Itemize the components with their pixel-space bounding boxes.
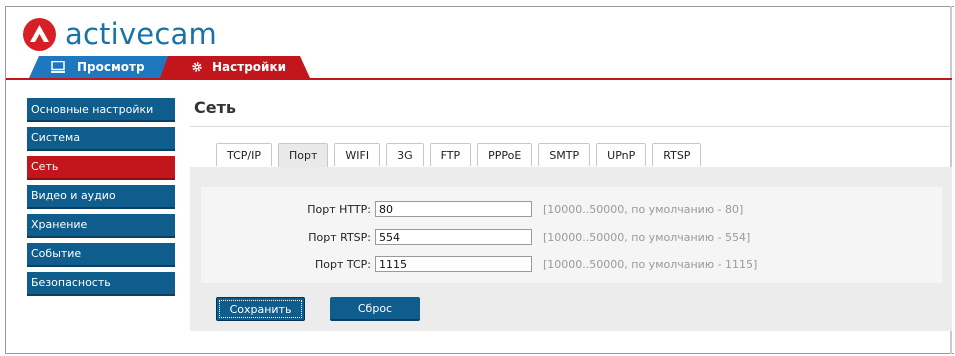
subtab-smtp[interactable]: SMTP — [538, 143, 591, 166]
sidebar-item-label: Хранение — [31, 218, 88, 231]
subtab-bar: TCP/IP Порт WIFI 3G FTP PPPoE SMTP UPnP … — [216, 143, 707, 167]
sidebar-item-label: Сеть — [31, 160, 59, 173]
sidebar-item-label: Видео и аудио — [31, 189, 116, 202]
tab-view[interactable]: Просмотр — [29, 56, 169, 78]
sidebar-item-system[interactable]: Система — [27, 127, 175, 151]
form-row-rtsp: Порт RTSP: [10000..50000, по умолчанию -… — [201, 227, 942, 247]
subtab-wifi[interactable]: WIFI — [334, 143, 381, 166]
sidebar-item-label: Событие — [31, 247, 82, 260]
subtab-port[interactable]: Порт — [277, 143, 329, 167]
sidebar-item-label: Основные настройки — [31, 102, 154, 116]
rtsp-port-hint: [10000..50000, по умолчанию - 554] — [543, 230, 751, 244]
form-row-tcp: Порт TCP: [10000..50000, по умолчанию - … — [201, 254, 942, 274]
tab-settings-label: Настройки — [212, 60, 287, 74]
sidebar-item-label: Безопасность — [31, 276, 111, 289]
http-port-hint: [10000..50000, по умолчанию - 80] — [543, 202, 744, 216]
tcp-port-input[interactable] — [375, 256, 532, 272]
sidebar-item-label: Система — [31, 131, 81, 144]
http-port-input[interactable] — [375, 201, 532, 217]
sidebar-item-video-audio[interactable]: Видео и аудио — [27, 185, 175, 209]
sidebar-item-basic-settings[interactable]: Основные настройки — [27, 98, 175, 122]
save-button[interactable]: Сохранить — [216, 297, 305, 321]
logo-mark-icon — [23, 17, 56, 51]
tab-settings[interactable]: Настройки — [160, 56, 310, 78]
subtab-3g[interactable]: 3G — [386, 143, 424, 166]
reset-button[interactable]: Сброс — [330, 297, 420, 321]
logo: activecam — [23, 16, 217, 52]
sidebar-item-network[interactable]: Сеть — [27, 156, 175, 180]
tcp-port-label: Порт TCP: — [315, 257, 371, 271]
subtab-pppoe[interactable]: PPPoE — [477, 143, 533, 166]
sidebar-item-storage[interactable]: Хранение — [27, 214, 175, 238]
subtab-upnp[interactable]: UPnP — [596, 143, 647, 166]
subtab-tcpip[interactable]: TCP/IP — [216, 143, 272, 166]
page-title: Сеть — [194, 98, 236, 117]
subtab-ftp[interactable]: FTP — [429, 143, 472, 166]
sidebar: Основные настройки Система Сеть Видео и … — [27, 98, 175, 301]
gear-icon — [190, 61, 204, 73]
monitor-icon — [51, 61, 65, 73]
http-port-label: Порт HTTP: — [307, 202, 371, 216]
header-divider — [6, 78, 952, 80]
tab-view-label: Просмотр — [77, 60, 145, 74]
tcp-port-hint: [10000..50000, по умолчанию - 1115] — [543, 257, 758, 271]
subtab-rtsp[interactable]: RTSP — [652, 143, 702, 166]
rtsp-port-label: Порт RTSP: — [308, 230, 371, 244]
sidebar-item-event[interactable]: Событие — [27, 243, 175, 267]
sidebar-item-security[interactable]: Безопасность — [27, 272, 175, 296]
title-divider — [190, 126, 952, 127]
logo-text: activecam — [65, 17, 217, 51]
rtsp-port-input[interactable] — [375, 229, 532, 245]
form-row-http: Порт HTTP: [10000..50000, по умолчанию -… — [201, 199, 942, 219]
